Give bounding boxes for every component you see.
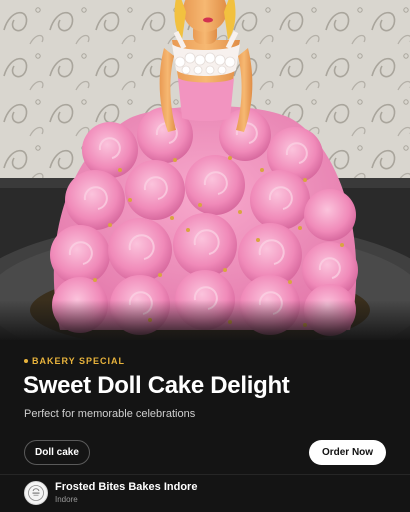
promo-title: Sweet Doll Cake Delight — [23, 372, 290, 399]
promo-subtitle: Perfect for memorable celebrations — [24, 408, 196, 420]
category-label: BAKERY SPECIAL — [24, 356, 125, 366]
bakery-profile[interactable]: Frosted Bites Bakes Indore Indore — [24, 480, 197, 506]
doll-cake-photo — [0, 0, 410, 340]
bakery-name: Frosted Bites Bakes Indore — [55, 481, 198, 493]
bakery-location: Indore — [55, 495, 78, 504]
bakery-logo-icon — [24, 481, 48, 505]
divider — [0, 474, 410, 475]
category-label-text: BAKERY SPECIAL — [32, 356, 126, 366]
accent-dot-icon — [24, 359, 28, 363]
order-now-button[interactable]: Order Now — [309, 440, 386, 465]
image-fade — [0, 300, 410, 342]
hero-image — [0, 0, 410, 340]
tag-chip[interactable]: Doll cake — [24, 440, 90, 465]
